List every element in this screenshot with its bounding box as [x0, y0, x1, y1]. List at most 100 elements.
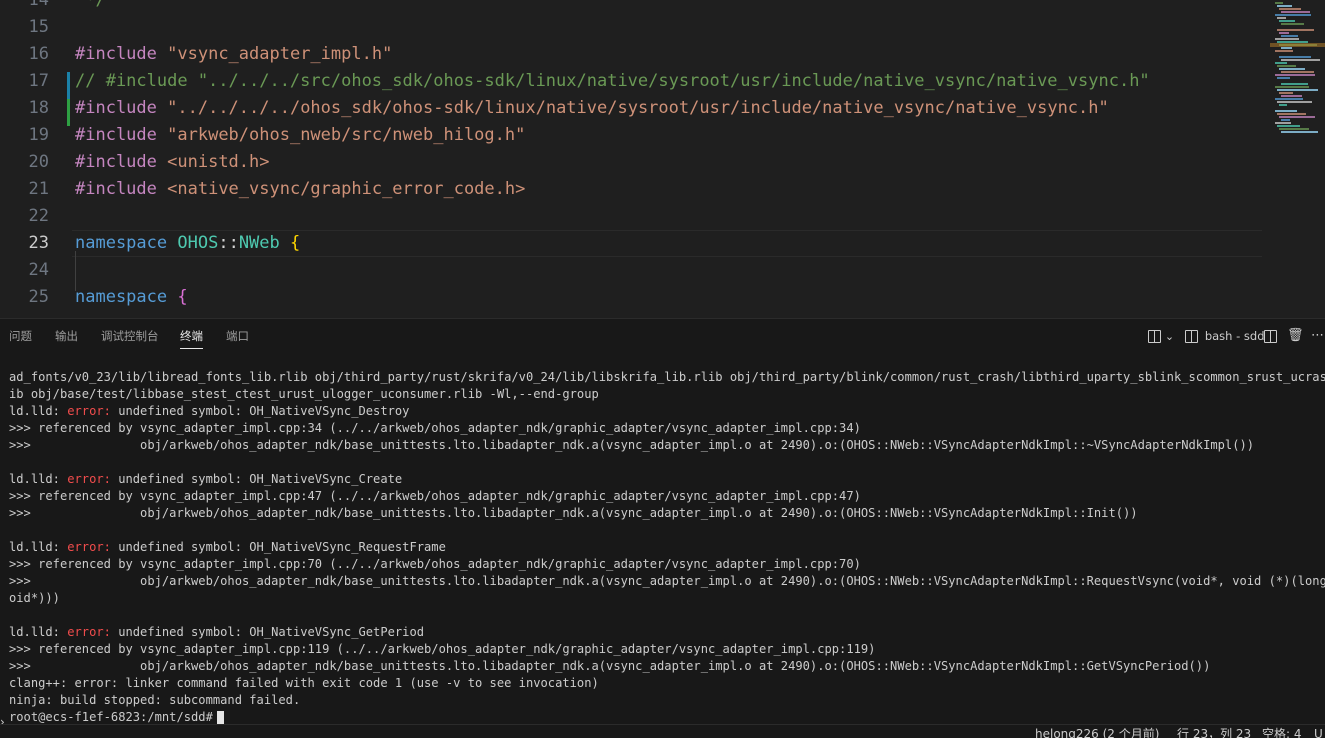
terminal-text: ib obj/base/test/libbase_stest_ctest_uru… [9, 387, 599, 401]
code-token: "vsync_adapter_impl.h" [167, 44, 393, 64]
code-token: namespace [75, 233, 168, 253]
minimap-line [1275, 122, 1291, 124]
error-label: error: [67, 472, 111, 486]
tab-ports[interactable]: 端口 [226, 319, 249, 354]
terminal-text: ld.lld: [9, 540, 68, 554]
minimap-line [1277, 101, 1312, 103]
code-line[interactable]: 20 #include <unistd.h> [0, 149, 1262, 176]
line-number: 15 [28, 17, 49, 37]
tab-terminal[interactable]: 终端 [180, 319, 203, 354]
terminal-line: ld.lld: error: undefined symbol: OH_Nati… [9, 403, 409, 420]
terminal-line: ld.lld: error: undefined symbol: OH_Nati… [9, 471, 402, 488]
minimap-line [1275, 110, 1297, 112]
code-token: { [290, 233, 301, 253]
terminal-text: >>> obj/arkweb/ohos_adapter_ndk/base_uni… [9, 574, 1325, 588]
code-line[interactable]: 14 */ [0, 0, 1262, 14]
new-terminal-layout-button[interactable]: ⌄ [1148, 327, 1174, 345]
minimap-line [1279, 68, 1305, 70]
line-number: 25 [28, 287, 49, 307]
terminal-instance-selector[interactable]: bash - sdd [1185, 327, 1265, 345]
code-line[interactable]: 22 [0, 203, 1262, 230]
code-token: // #include "../../../src/ohos_sdk/ohos-… [75, 71, 1150, 91]
terminal-text: >>> obj/arkweb/ohos_adapter_ndk/base_uni… [9, 438, 1255, 452]
line-number: 17 [28, 71, 49, 91]
code-token: */ [75, 0, 106, 10]
minimap[interactable] [1270, 0, 1325, 318]
terminal-text: oid*))) [9, 591, 60, 605]
more-icon: ⋯ [1311, 328, 1324, 343]
kill-terminal-button[interactable]: 🗑 [1287, 327, 1304, 345]
tab-output[interactable]: 输出 [55, 319, 78, 354]
terminal-line: ld.lld: error: undefined symbol: OH_Nati… [9, 624, 424, 641]
line-text: #include "arkweb/ohos_nweb/src/nweb_hilo… [75, 122, 525, 149]
terminal-text: >>> referenced by vsync_adapter_impl.cpp… [9, 489, 861, 503]
gutter-modified-marker [67, 72, 70, 99]
minimap-line [1281, 119, 1290, 121]
tab-problems[interactable]: 问题 [9, 319, 32, 354]
tab-debug-console[interactable]: 调试控制台 [101, 319, 159, 354]
line-text: #include <native_vsync/graphic_error_cod… [75, 176, 525, 203]
terminal-text: undefined symbol: OH_NativeVSync_Request… [110, 540, 446, 554]
code-line[interactable]: 25 namespace { [0, 284, 1262, 311]
cursor-position[interactable]: 行 23，列 23 [1177, 727, 1251, 738]
terminal-line: ld.lld: error: undefined symbol: OH_Nati… [9, 539, 446, 556]
terminal-text: ninja: build stopped: subcommand failed. [9, 693, 301, 707]
minimap-line [1277, 5, 1292, 7]
minimap-line [1279, 116, 1315, 118]
code-token: #include [75, 152, 157, 172]
terminal-cursor [216, 710, 224, 725]
line-number: 18 [28, 98, 49, 118]
code-line[interactable]: 15 [0, 14, 1262, 41]
chevron-down-icon: ⌄ [1164, 330, 1175, 343]
code-line[interactable]: 21 #include <native_vsync/graphic_error_c… [0, 176, 1262, 203]
code-token: #include [75, 179, 157, 199]
terminal-text: ld.lld: [9, 404, 68, 418]
minimap-line [1281, 71, 1314, 73]
minimap-line [1279, 104, 1287, 106]
code-line[interactable]: 19 #include "arkweb/ohos_nweb/src/nweb_hi… [0, 122, 1262, 149]
code-line[interactable]: 16 #include "vsync_adapter_impl.h" [0, 41, 1262, 68]
code-token: <native_vsync/graphic_error_code.h> [167, 179, 526, 199]
status-bar: helong226 (2 个月前) 行 23，列 23 空格: 4 U [0, 724, 1325, 738]
line-number: 19 [28, 125, 49, 145]
terminal-text: undefined symbol: OH_NativeVSync_Create [110, 472, 403, 486]
terminal-line: >>> referenced by vsync_adapter_impl.cpp… [9, 641, 875, 658]
code-editor[interactable]: 14 */ 15 16 #include "vsync_adapter_impl.h"… [0, 0, 1325, 318]
terminal-line: oid*))) [9, 590, 60, 607]
code-token: "../../../../ohos_sdk/ohos-sdk/linux/nat… [167, 98, 1109, 118]
more-actions-button[interactable]: ⋯ [1311, 327, 1324, 345]
code-token: <unistd.h> [167, 152, 270, 172]
git-blame[interactable]: helong226 (2 个月前) [1035, 727, 1159, 738]
minimap-line [1279, 20, 1295, 22]
panel-tab-bar: 问题 输出 调试控制台 终端 端口 ⌄ bash - sdd 🗑 ⋯ [0, 319, 1325, 354]
code-line[interactable]: 24 [0, 257, 1262, 284]
minimap-line [1277, 89, 1318, 91]
terminal-line: >>> obj/arkweb/ohos_adapter_ndk/base_uni… [9, 437, 1254, 454]
minimap-line [1281, 47, 1292, 49]
code-line[interactable]: 18 #include "../../../../ohos_sdk/ohos-sd… [0, 95, 1262, 122]
terminal-prompt-line[interactable]: root@ecs-f1ef-6823:/mnt/sdd# [9, 709, 224, 725]
code-token: OHOS [177, 233, 219, 253]
terminal-text: ad_fonts/v0_23/lib/libread_fonts_lib.rli… [9, 370, 1325, 384]
line-number: 23 [28, 233, 49, 253]
terminal-line: ad_fonts/v0_23/lib/libread_fonts_lib.rli… [9, 369, 1325, 386]
encoding[interactable]: U [1314, 727, 1323, 738]
code-line[interactable]: 23 namespace OHOS::NWeb { [0, 230, 1262, 257]
split-terminal-button[interactable] [1264, 327, 1277, 345]
code-token: :: [218, 233, 239, 253]
terminal-output[interactable]: ad_fonts/v0_23/lib/libread_fonts_lib.rli… [0, 369, 1325, 725]
minimap-line [1281, 95, 1302, 97]
indentation[interactable]: 空格: 4 [1262, 727, 1302, 738]
line-text: namespace { [75, 284, 188, 311]
split-icon [1264, 330, 1277, 343]
minimap-line [1281, 23, 1304, 25]
terminal-name: bash - sdd [1204, 329, 1265, 343]
terminal-line: ninja: build stopped: subcommand failed. [9, 692, 300, 709]
line-text: #include "../../../../ohos_sdk/ohos-sdk/… [75, 95, 1109, 122]
code-line[interactable]: 17 // #include "../../../src/ohos_sdk/oho… [0, 68, 1262, 95]
bottom-panel: 问题 输出 调试控制台 终端 端口 ⌄ bash - sdd 🗑 ⋯ ad_fo… [0, 318, 1325, 729]
